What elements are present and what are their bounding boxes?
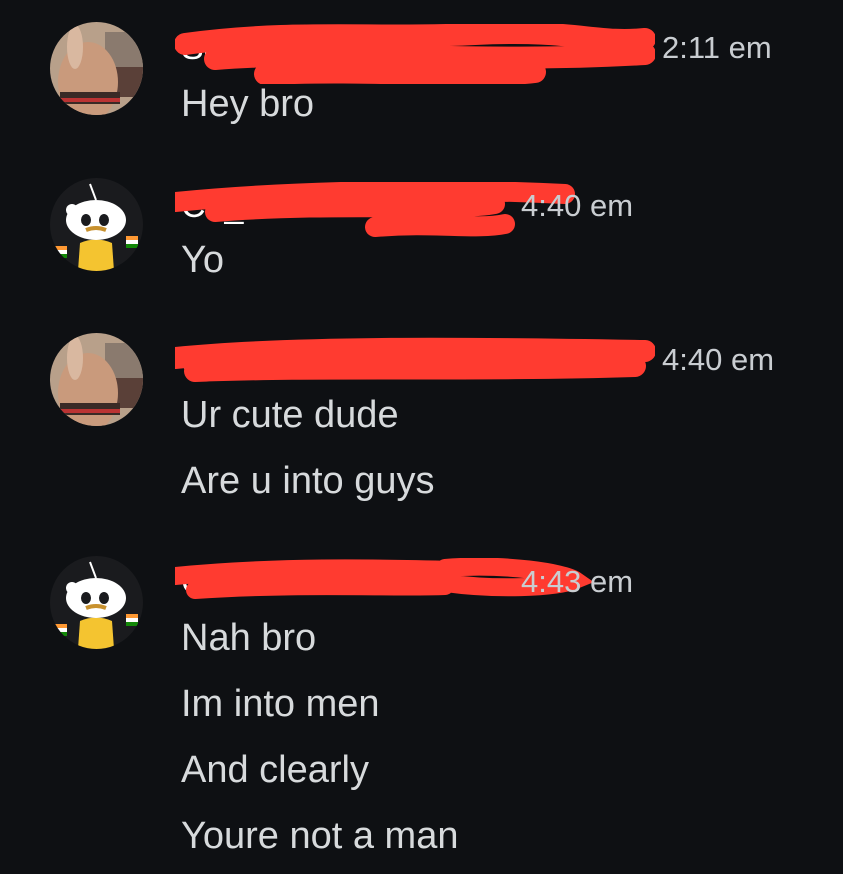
snoo-avatar-icon[interactable]: [50, 556, 143, 649]
timestamp: 4:43 em: [521, 564, 634, 599]
photo-avatar-icon[interactable]: [50, 22, 143, 115]
message-text: Im into men: [181, 683, 380, 725]
timestamp: 4:40 em: [521, 188, 634, 223]
redaction-scribble: [175, 24, 655, 84]
message-text: Nah bro: [181, 617, 317, 659]
message-text: Hey bro: [181, 83, 315, 125]
message-text: Youre not a man: [181, 815, 459, 857]
redaction-scribble: [175, 337, 655, 382]
message-text: Ur cute dude: [181, 394, 399, 436]
message-text: Are u into guys: [181, 460, 435, 502]
photo-avatar-icon[interactable]: [50, 333, 143, 426]
message-text: And clearly: [181, 749, 369, 791]
timestamp: 4:40 em: [662, 342, 775, 377]
message-text: Yo: [181, 239, 224, 281]
timestamp: 2:11 em: [662, 30, 772, 65]
snoo-avatar-icon[interactable]: [50, 178, 143, 271]
